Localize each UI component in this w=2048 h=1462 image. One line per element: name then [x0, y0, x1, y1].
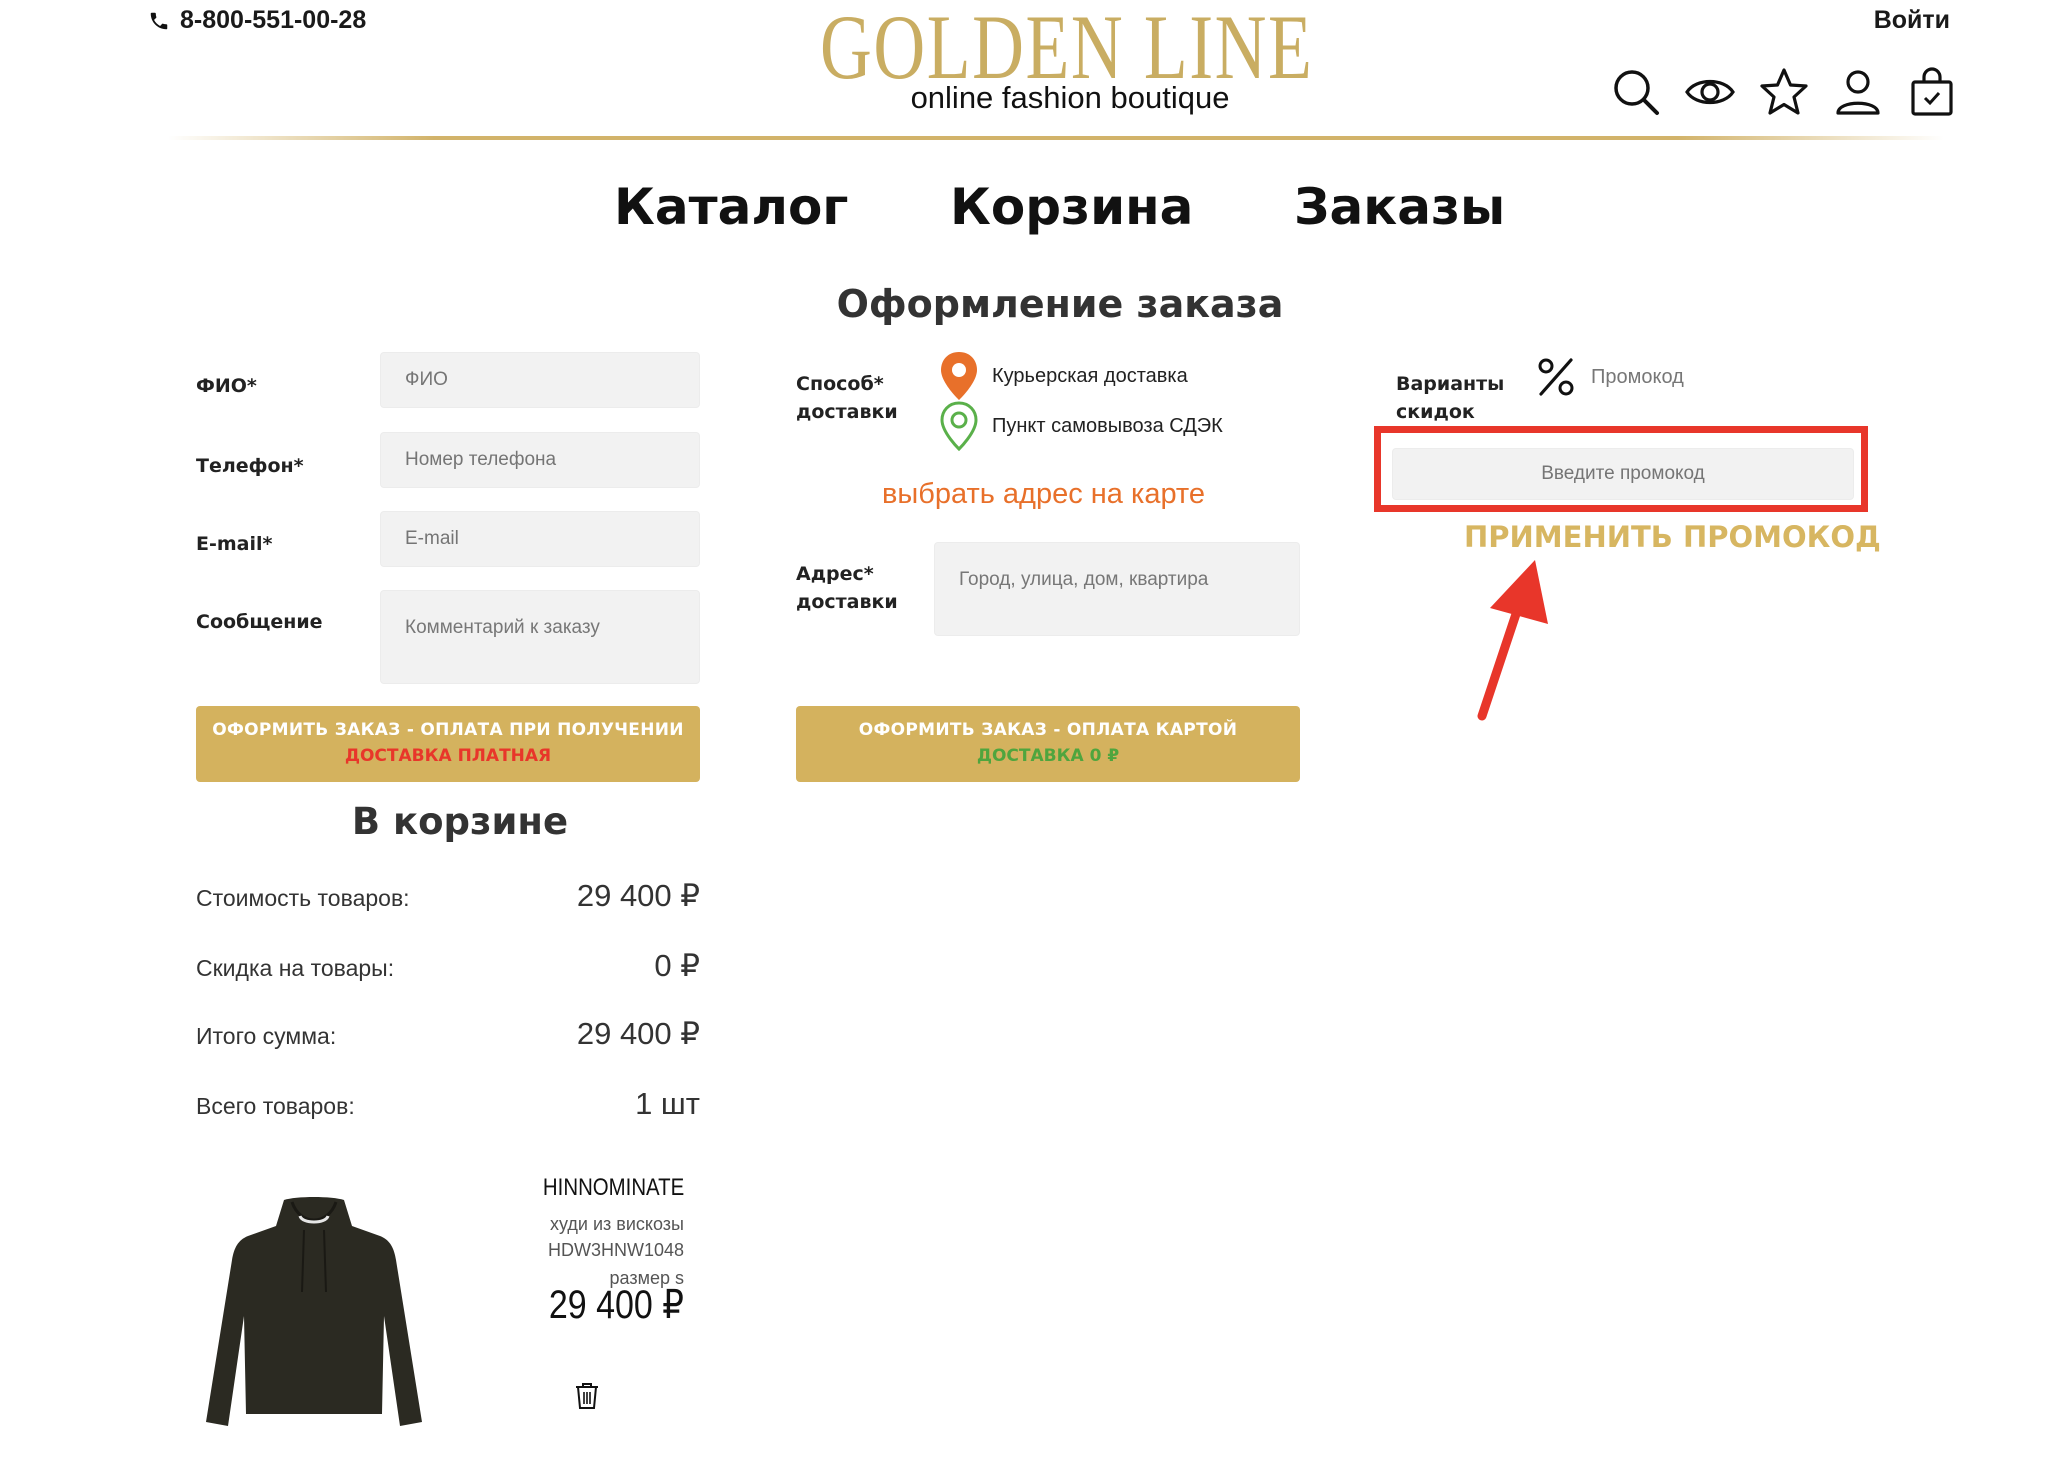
page-title: Оформление заказа: [836, 282, 1284, 326]
email-input[interactable]: [380, 511, 700, 567]
product-price: 29 400 ₽: [548, 1283, 684, 1327]
option-pickup-label: Пункт самовывоза СДЭК: [992, 414, 1223, 437]
discount-options-label: Варианты скидок: [1396, 373, 1505, 423]
choose-on-map-link[interactable]: выбрать адрес на карте: [882, 478, 1205, 511]
login-link[interactable]: Войти: [1874, 6, 1950, 35]
header-icons: [1610, 66, 1958, 118]
order-cod-button[interactable]: ОФОРМИТЬ ЗАКАЗ - ОПЛАТА ПРИ ПОЛУЧЕНИИ ДО…: [196, 706, 700, 782]
header-divider: [168, 136, 1944, 140]
map-pin-orange-icon: [941, 352, 977, 400]
order-card-label: ОФОРМИТЬ ЗАКАЗ - ОПЛАТА КАРТОЙ: [858, 720, 1238, 740]
phone-text: 8-800-551-00-28: [180, 6, 367, 34]
delivery-method-label: Способ* доставки: [796, 373, 898, 423]
user-icon[interactable]: [1832, 66, 1884, 118]
product-sku: HDW3HNW1048: [547, 1240, 684, 1260]
order-card-delivery: ДОСТАВКА 0 ₽: [976, 746, 1120, 766]
message-textarea[interactable]: Комментарий к заказу: [380, 590, 700, 684]
annotation-arrow-icon: [1477, 560, 1548, 721]
logo-subtitle: online fashion boutique: [910, 80, 1230, 115]
product-name: худи из вискозы: [550, 1214, 684, 1234]
phone-input[interactable]: [380, 432, 700, 488]
promo-option-label: Промокод: [1591, 365, 1684, 388]
summary-row-goods-cost: Стоимость товаров: 29 400 ₽: [196, 878, 700, 913]
summary-row-item-count: Всего товаров: 1 шт: [196, 1086, 700, 1121]
nav-cart[interactable]: Корзина: [950, 178, 1193, 236]
name-input[interactable]: [380, 352, 700, 408]
star-icon[interactable]: [1758, 66, 1810, 118]
shopping-bag-icon[interactable]: [1906, 66, 1958, 118]
option-courier[interactable]: Курьерская доставка: [938, 350, 1188, 402]
promo-option[interactable]: Промокод: [1535, 356, 1684, 398]
option-courier-label: Курьерская доставка: [992, 364, 1188, 387]
phone-icon: [150, 12, 168, 29]
percent-icon: [1538, 358, 1574, 396]
eye-icon[interactable]: [1684, 66, 1736, 118]
phone-label: Телефон*: [196, 455, 304, 477]
logo-title[interactable]: GOLDEN LINE: [820, 1, 1312, 93]
search-icon[interactable]: [1610, 66, 1662, 118]
cart-summary-title: В корзине: [351, 800, 569, 843]
option-pickup[interactable]: Пункт самовывоза СДЭК: [938, 400, 1223, 452]
order-card-button[interactable]: ОФОРМИТЬ ЗАКАЗ - ОПЛАТА КАРТОЙ ДОСТАВКА …: [796, 706, 1300, 782]
highlight-box: [1374, 426, 1868, 512]
product-brand[interactable]: HINNOMINATE: [543, 1174, 684, 1202]
trash-icon[interactable]: [574, 1382, 600, 1410]
email-label: E-mail*: [196, 533, 273, 555]
summary-row-total: Итого сумма: 29 400 ₽: [196, 1016, 700, 1051]
order-cod-delivery: ДОСТАВКА ПЛАТНАЯ: [344, 746, 552, 766]
nav-orders[interactable]: Заказы: [1294, 178, 1505, 236]
nav-catalog[interactable]: Каталог: [614, 178, 848, 236]
message-label: Сообщение: [196, 611, 323, 633]
name-label: ФИО*: [196, 375, 257, 397]
delivery-address-label: Адрес* доставки: [796, 563, 898, 613]
summary-row-discount: Скидка на товары: 0 ₽: [196, 948, 700, 983]
address-input[interactable]: Город, улица, дом, квартира: [934, 542, 1300, 636]
order-cod-label: ОФОРМИТЬ ЗАКАЗ - ОПЛАТА ПРИ ПОЛУЧЕНИИ: [212, 720, 684, 740]
phone-number[interactable]: 8-800-551-00-28: [148, 6, 366, 35]
map-pin-green-icon: [940, 401, 978, 452]
product-image[interactable]: [204, 1196, 424, 1428]
apply-promo-button[interactable]: ПРИМЕНИТЬ ПРОМОКОД: [1464, 520, 1881, 554]
